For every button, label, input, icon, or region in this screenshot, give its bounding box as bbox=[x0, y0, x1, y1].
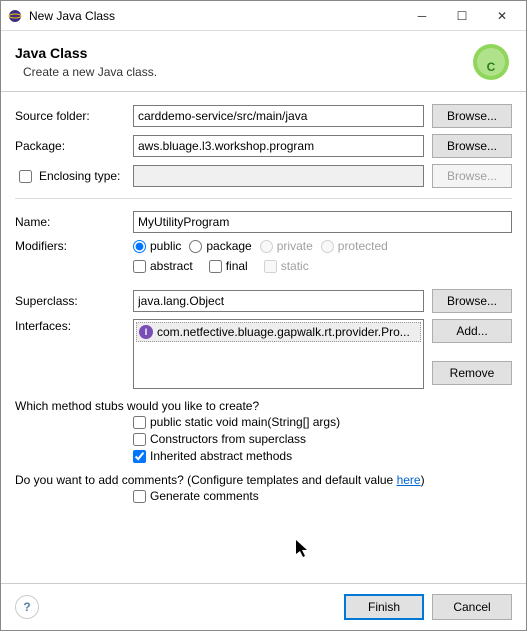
finish-button[interactable]: Finish bbox=[344, 594, 424, 620]
name-label: Name: bbox=[15, 215, 125, 229]
package-label: Package: bbox=[15, 139, 125, 153]
comments-question: Do you want to add comments? (Configure … bbox=[15, 473, 425, 487]
source-folder-input[interactable] bbox=[133, 105, 424, 127]
source-folder-browse-button[interactable]: Browse... bbox=[432, 104, 512, 128]
eclipse-icon bbox=[7, 8, 23, 24]
stub-constructors-check[interactable]: Constructors from superclass bbox=[133, 432, 512, 446]
dialog-footer: ? Finish Cancel bbox=[1, 583, 526, 630]
source-folder-label: Source folder: bbox=[15, 109, 125, 123]
enclosing-type-checkbox[interactable] bbox=[19, 170, 32, 183]
page-title: Java Class bbox=[15, 45, 470, 61]
modifiers-label: Modifiers: bbox=[15, 239, 125, 253]
close-button[interactable]: ✕ bbox=[482, 2, 522, 30]
superclass-browse-button[interactable]: Browse... bbox=[432, 289, 512, 313]
interface-list-item[interactable]: I com.netfective.bluage.gapwalk.rt.provi… bbox=[136, 322, 421, 342]
configure-templates-link[interactable]: here bbox=[397, 473, 421, 487]
modifier-abstract-check[interactable]: abstract bbox=[133, 259, 193, 273]
enclosing-type-label: Enclosing type: bbox=[39, 169, 120, 183]
dialog-body: Source folder: Browse... Package: Browse… bbox=[1, 92, 526, 583]
modifier-static-check: static bbox=[264, 259, 309, 273]
interfaces-label: Interfaces: bbox=[15, 319, 125, 333]
help-button[interactable]: ? bbox=[15, 595, 39, 619]
interface-item-label: com.netfective.bluage.gapwalk.rt.provide… bbox=[157, 325, 410, 339]
superclass-label: Superclass: bbox=[15, 294, 125, 308]
enclosing-type-browse-button: Browse... bbox=[432, 164, 512, 188]
interfaces-remove-button[interactable]: Remove bbox=[432, 361, 512, 385]
stub-main-check[interactable]: public static void main(String[] args) bbox=[133, 415, 512, 429]
generate-comments-check[interactable]: Generate comments bbox=[133, 489, 512, 503]
stub-inherited-check[interactable]: Inherited abstract methods bbox=[133, 449, 512, 463]
superclass-input[interactable] bbox=[133, 290, 424, 312]
enclosing-type-check-label[interactable]: Enclosing type: bbox=[15, 167, 125, 186]
interfaces-list[interactable]: I com.netfective.bluage.gapwalk.rt.provi… bbox=[133, 319, 424, 389]
package-browse-button[interactable]: Browse... bbox=[432, 134, 512, 158]
name-input[interactable] bbox=[133, 211, 512, 233]
modifier-private-radio: private bbox=[260, 239, 313, 253]
svg-text:C: C bbox=[487, 60, 496, 74]
titlebar: New Java Class ─ ☐ ✕ bbox=[1, 1, 526, 31]
class-wizard-icon: C bbox=[470, 41, 512, 83]
window-title: New Java Class bbox=[29, 9, 402, 23]
enclosing-type-input bbox=[133, 165, 424, 187]
cancel-button[interactable]: Cancel bbox=[432, 594, 512, 620]
method-stubs-question: Which method stubs would you like to cre… bbox=[15, 399, 512, 413]
maximize-button[interactable]: ☐ bbox=[442, 2, 482, 30]
modifier-protected-radio: protected bbox=[321, 239, 388, 253]
package-input[interactable] bbox=[133, 135, 424, 157]
modifier-package-radio[interactable]: package bbox=[189, 239, 251, 253]
minimize-button[interactable]: ─ bbox=[402, 2, 442, 30]
interfaces-add-button[interactable]: Add... bbox=[432, 319, 512, 343]
page-description: Create a new Java class. bbox=[15, 65, 470, 79]
separator bbox=[15, 198, 512, 199]
modifier-public-radio[interactable]: public bbox=[133, 239, 181, 253]
dialog-header: Java Class Create a new Java class. C bbox=[1, 31, 526, 92]
modifier-final-check[interactable]: final bbox=[209, 259, 248, 273]
interface-icon: I bbox=[139, 325, 153, 339]
